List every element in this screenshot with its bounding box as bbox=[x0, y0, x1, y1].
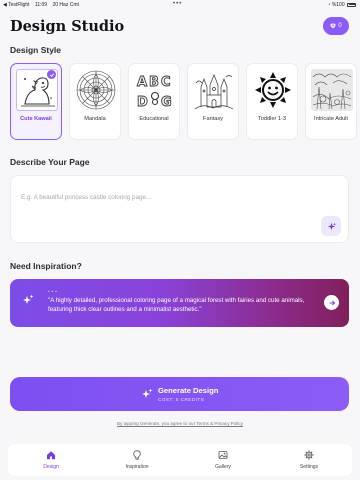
lightbulb-icon bbox=[133, 450, 141, 460]
tab-bar: Design Inspiration Gallery Settings bbox=[8, 444, 352, 476]
tab-gallery[interactable]: Gallery bbox=[180, 444, 266, 476]
style-label: Toddler 1-3 bbox=[258, 116, 286, 122]
gallery-icon bbox=[218, 451, 228, 459]
describe-box bbox=[10, 175, 349, 243]
inspiration-heading: Need Inspiration? bbox=[10, 261, 82, 271]
sparkle-icon bbox=[142, 388, 153, 398]
use-inspiration-button[interactable] bbox=[324, 295, 339, 310]
sparkle-icon bbox=[23, 294, 34, 304]
tab-label: Gallery bbox=[215, 464, 231, 470]
design-style-heading: Design Style bbox=[10, 45, 62, 55]
style-list: Cute Kawaii Mandala A B C D G Educationa… bbox=[10, 63, 360, 141]
svg-text:C: C bbox=[161, 75, 171, 90]
tab-label: Design bbox=[43, 464, 59, 470]
style-thumb-mandala bbox=[75, 69, 117, 111]
tab-settings[interactable]: Settings bbox=[266, 444, 352, 476]
status-left: ◀ TestFlight 11:09 20 Haz Cmt bbox=[3, 2, 83, 8]
arrow-right-icon bbox=[329, 300, 335, 305]
tab-label: Settings bbox=[299, 464, 319, 470]
tab-label: Inspiration bbox=[125, 464, 149, 470]
terms-link[interactable]: By tapping Generate, you agree to our Te… bbox=[0, 421, 360, 426]
style-label: Cute Kawaii bbox=[20, 116, 52, 122]
credits-button[interactable]: 0 bbox=[323, 17, 349, 35]
battery-icon bbox=[347, 2, 356, 7]
wifi-icon: ◔ bbox=[327, 2, 331, 8]
sparkle-icon bbox=[327, 222, 336, 230]
tab-inspiration[interactable]: Inspiration bbox=[94, 444, 180, 476]
inspiration-card[interactable]: • • • "A highly detailed, professional c… bbox=[10, 279, 349, 327]
style-card-fantasy[interactable]: Fantasy bbox=[187, 63, 239, 140]
style-card-toddler[interactable]: Toddler 1-3 bbox=[246, 63, 298, 140]
svg-text:A: A bbox=[137, 75, 147, 90]
style-thumb-educational: A B C D G bbox=[134, 69, 176, 111]
status-bar: ◀ TestFlight 11:09 20 Haz Cmt ••• ◔ %100 bbox=[0, 0, 360, 10]
describe-heading: Describe Your Page bbox=[10, 157, 90, 167]
style-card-intricate-adult[interactable]: Intricate Adult bbox=[305, 63, 357, 140]
status-time: 11:09 bbox=[34, 2, 48, 8]
inspiration-tag: • • • bbox=[48, 289, 58, 294]
tab-design[interactable]: Design bbox=[8, 444, 94, 476]
forest-illustration bbox=[311, 69, 353, 111]
sun-illustration bbox=[252, 69, 294, 111]
generate-design-button[interactable]: Generate Design COST: 5 CREDITS bbox=[10, 377, 349, 411]
selected-check-icon bbox=[47, 70, 56, 79]
enhance-prompt-button[interactable] bbox=[321, 216, 341, 236]
inspiration-text: "A highly detailed, professional colorin… bbox=[48, 297, 305, 313]
multitasking-dots[interactable]: ••• bbox=[173, 1, 182, 7]
svg-text:B: B bbox=[149, 75, 159, 90]
svg-text:G: G bbox=[161, 95, 172, 110]
back-to-testflight[interactable]: ◀ TestFlight bbox=[3, 2, 30, 8]
status-date: 20 Haz Cmt bbox=[52, 2, 79, 8]
style-thumb-intricate bbox=[311, 69, 353, 111]
style-label: Fantasy bbox=[203, 116, 223, 122]
describe-input[interactable] bbox=[21, 191, 321, 203]
credits-count: 0 bbox=[338, 23, 342, 29]
style-thumb-toddler bbox=[252, 69, 294, 111]
alphabet-illustration: A B C D G bbox=[134, 69, 176, 111]
style-label: Intricate Adult bbox=[314, 116, 348, 122]
style-card-educational[interactable]: A B C D G Educational bbox=[128, 63, 180, 140]
castle-illustration bbox=[193, 69, 235, 111]
home-icon bbox=[47, 451, 55, 460]
style-label: Educational bbox=[139, 116, 169, 122]
page-title: Design Studio bbox=[10, 18, 125, 35]
generate-cost: COST: 5 CREDITS bbox=[158, 397, 205, 402]
style-thumb-fantasy bbox=[193, 69, 235, 111]
svg-text:D: D bbox=[137, 95, 148, 110]
mandala-illustration bbox=[75, 69, 117, 111]
battery-percent: %100 bbox=[331, 2, 345, 8]
style-card-mandala[interactable]: Mandala bbox=[69, 63, 121, 140]
status-right: ◔ %100 bbox=[327, 2, 356, 8]
style-card-cute-kawaii[interactable]: Cute Kawaii bbox=[10, 63, 62, 140]
gear-icon bbox=[304, 450, 314, 460]
gem-icon bbox=[330, 23, 337, 29]
style-label: Mandala bbox=[84, 116, 106, 122]
generate-label: Generate Design bbox=[158, 386, 219, 395]
